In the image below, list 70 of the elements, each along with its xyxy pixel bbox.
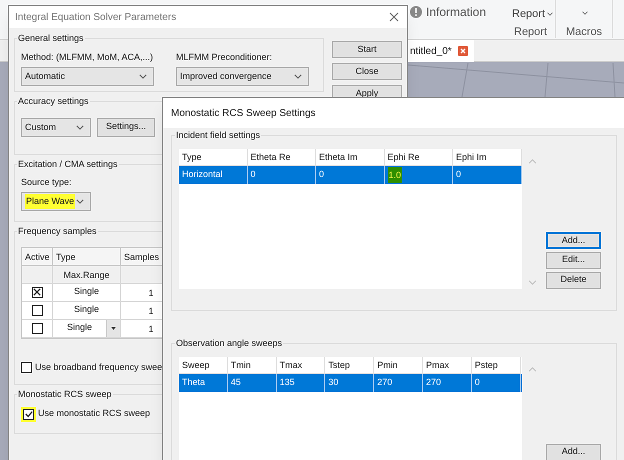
table-cell-text: Single [72, 285, 100, 298]
table-cell-text: 0 [474, 376, 480, 389]
group-title: Observation angle sweeps [175, 337, 284, 350]
close-icon [458, 46, 468, 56]
scroll-up-icon [528, 158, 536, 164]
close-icon [389, 12, 399, 22]
caret-down-icon [111, 326, 116, 330]
table-row[interactable]: Horizontal 0 0 1.0 0 [179, 166, 522, 184]
field-label: MLFMM Preconditioner: [176, 50, 274, 64]
checkbox[interactable] [32, 322, 42, 334]
table-cell-text: Single [72, 303, 100, 316]
checkbox[interactable] [21, 362, 32, 373]
table-cell-text: Horizontal [182, 168, 223, 181]
checkbox-label: Use broadband frequency swee [35, 360, 162, 374]
table-cell-text: 135 [280, 376, 295, 389]
button[interactable]: Add... [546, 232, 601, 248]
button[interactable]: Delete [546, 272, 601, 288]
checkbox[interactable] [23, 408, 34, 420]
chevron-down-icon [76, 124, 84, 130]
checkmark-icon [24, 410, 32, 418]
ribbon-button[interactable]: Report [512, 6, 546, 22]
group-title: Frequency samples [17, 225, 98, 238]
ribbon-button[interactable]: Information [426, 3, 486, 21]
dropdown[interactable]: Automatic [21, 67, 154, 86]
scroll-down-icon [528, 280, 536, 284]
button[interactable]: Add... [546, 444, 601, 460]
button[interactable]: Close [332, 63, 402, 80]
group-title: Excitation / CMA settings [17, 158, 119, 171]
checkbox-label: Use monostatic RCS sweep [38, 407, 150, 420]
table-row[interactable]: Theta 45 135 30 270 270 0 [179, 374, 522, 392]
checkbox[interactable] [32, 286, 42, 298]
column-header: Type [53, 248, 121, 264]
window-title: Integral Equation Solver Parameters [15, 10, 176, 24]
dropdown-button[interactable] [106, 320, 120, 336]
table-cell-text: 0 [456, 168, 462, 181]
checkbox[interactable] [32, 304, 42, 316]
table-cell-text: 30 [328, 376, 338, 389]
ribbon-group-label: Report [514, 25, 548, 40]
chevron-down-icon [294, 74, 302, 79]
table-cell: 1.0 [388, 166, 402, 182]
column-header: Active [22, 248, 53, 264]
table-cell-text: 270 [426, 376, 442, 389]
group-title: Accuracy settings [17, 95, 90, 108]
table-cell-text: Single [66, 321, 94, 334]
scroll-up-icon [528, 366, 536, 372]
button[interactable]: Start [332, 41, 402, 58]
button[interactable]: Edit... [546, 252, 601, 268]
table-cell: Max.Range [53, 266, 121, 282]
table-cell-text: Theta [182, 376, 206, 389]
window-title: Monostatic RCS Sweep Settings [171, 106, 316, 120]
cross-mark-icon [33, 288, 41, 296]
table-cell-text: 0 [319, 168, 324, 181]
info-icon [410, 6, 422, 18]
table-cell-text: 270 [377, 376, 392, 389]
table-cell-text: 0 [250, 168, 256, 181]
dropdown[interactable]: Custom [21, 118, 91, 136]
table-cell-text: 45 [230, 376, 241, 389]
field-label: Source type: [21, 176, 73, 189]
chevron-down-icon [76, 199, 84, 204]
group-title: General settings [17, 32, 85, 45]
chevron-down-icon [582, 11, 588, 15]
chevron-down-icon [547, 12, 554, 16]
group-title: Monostatic RCS sweep [17, 388, 113, 401]
ribbon-group-label: Macros [566, 25, 602, 40]
dropdown[interactable]: Plane Wave [21, 192, 91, 211]
group-title: Incident field settings [175, 129, 262, 142]
button[interactable]: Settings... [97, 118, 155, 136]
chevron-down-icon [139, 74, 147, 79]
field-label: Method: (MLFMM, MoM, ACA,...) [21, 50, 154, 64]
dropdown[interactable]: Improved convergence [176, 67, 309, 86]
